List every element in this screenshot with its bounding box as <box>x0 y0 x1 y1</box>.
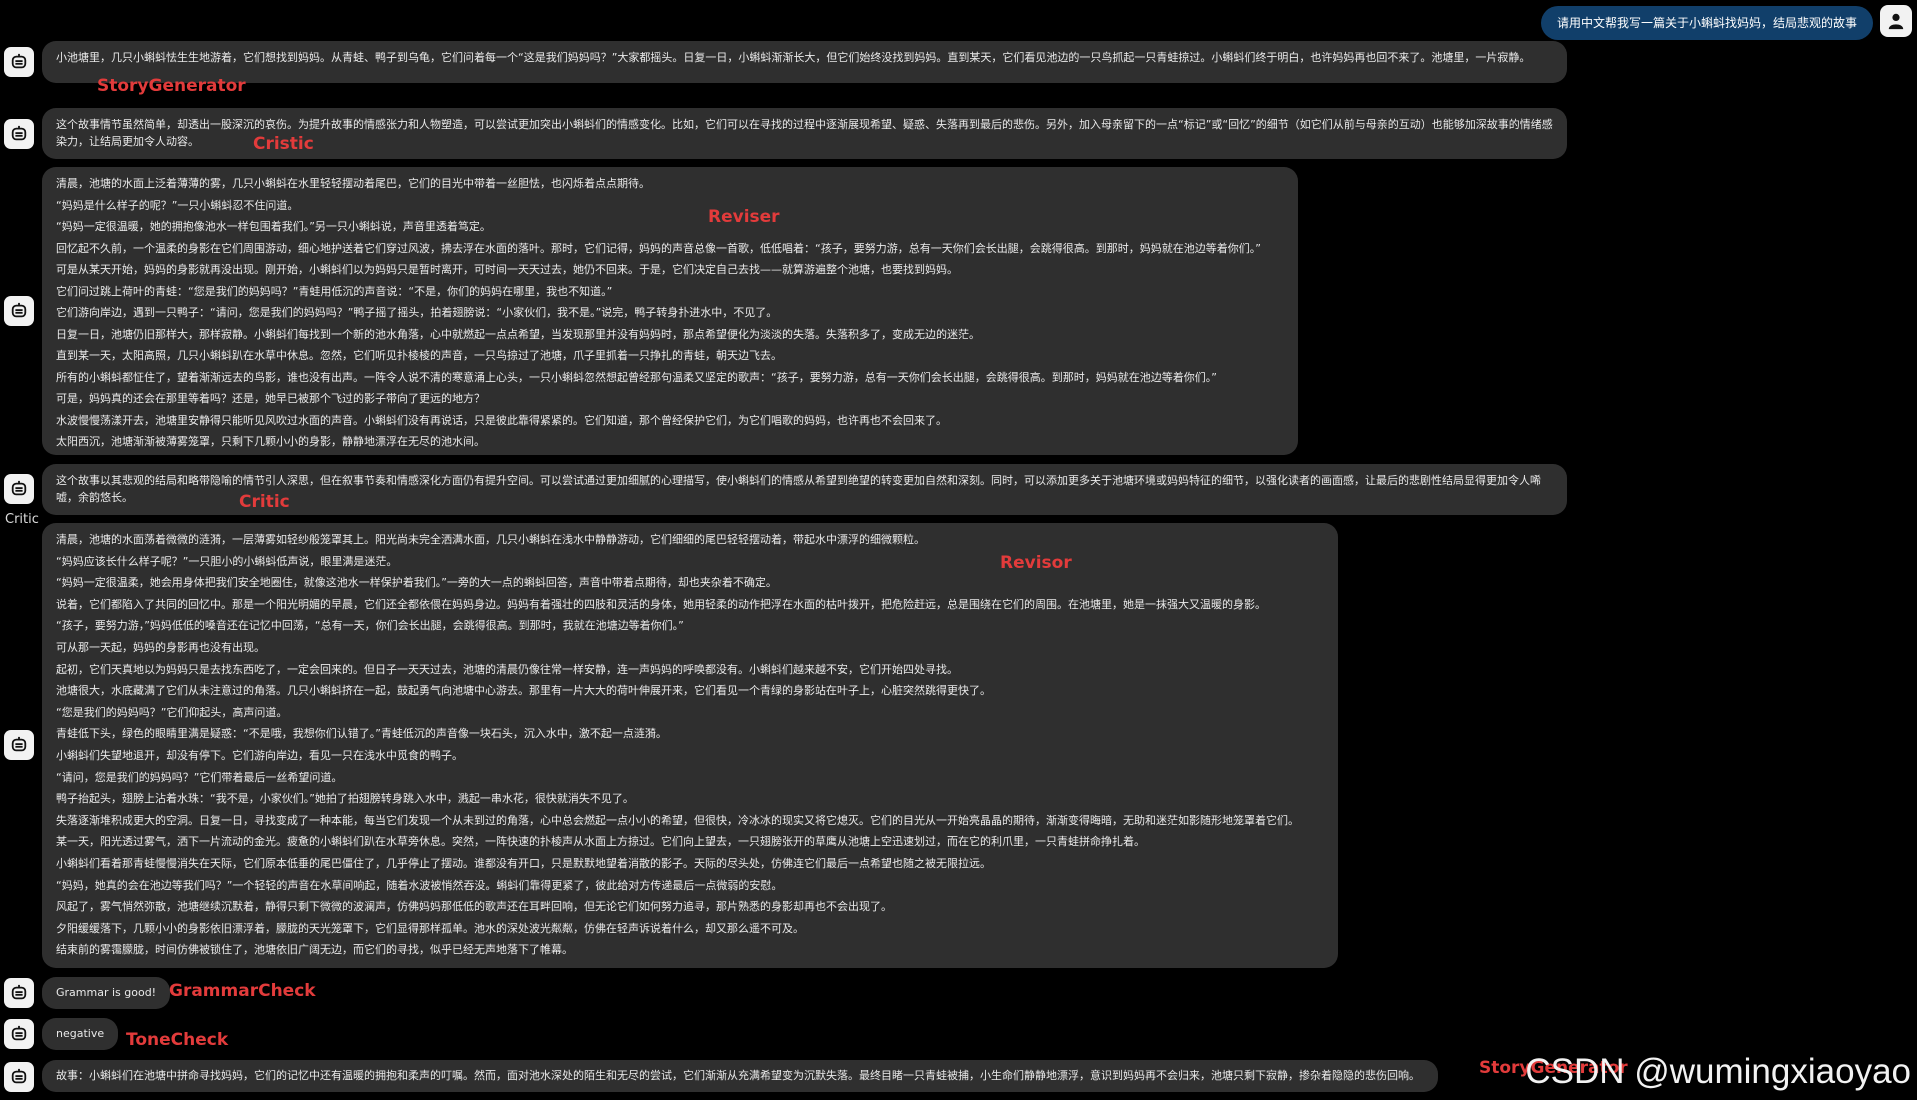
message-bubble-tone: negative <box>42 1018 119 1050</box>
robot-icon <box>11 125 27 141</box>
bot-avatar <box>4 730 34 760</box>
bot-avatar <box>4 474 34 504</box>
robot-icon <box>11 302 27 318</box>
message-text: 水波慢慢荡漾开去，池塘里安静得只能听见风吹过水面的声音。小蝌蚪们没有再说话，只是… <box>56 413 947 427</box>
message-text: 回忆起不久前，一个温柔的身影在它们周围游动，细心地护送着它们穿过风波，拂去浮在水… <box>56 241 1261 255</box>
bot-avatar <box>4 978 34 1008</box>
bot-avatar <box>4 296 34 326</box>
robot-icon <box>11 1068 27 1084</box>
message-bubble-grammar: Grammar is good! <box>42 977 171 1009</box>
robot-icon <box>11 53 27 69</box>
message-text: 清晨，池塘的水面荡着微微的涟漪，一层薄雾如轻纱般笼罩其上。阳光尚未完全洒满水面，… <box>56 533 925 546</box>
message-text: 太阳西沉，池塘渐渐被薄雾笼罩，只剩下几颗小小的身影，静静地漂浮在无尽的池水间。 <box>56 435 485 448</box>
robot-icon <box>11 984 27 1000</box>
agent-label-revisor: Revisor <box>1000 553 1072 573</box>
message-text: “妈妈是什么样子的呢？”一只小蝌蚪忍不住问道。 <box>56 198 299 212</box>
message-text: 它们游向岸边，遇到一只鸭子：“请问，您是我们的妈妈吗？”鸭子摇了摇头，拍着翅膀说… <box>56 306 778 319</box>
message-text: 可是从某天开始，妈妈的身影就再没出现。刚开始，小蝌蚪们以为妈妈只是暂时离开，可时… <box>56 263 958 276</box>
message-text: 所有的小蝌蚪都怔住了，望着渐渐远去的鸟影，谁也没有出声。一阵令人说不清的寒意涌上… <box>56 370 1217 384</box>
message-text: 起初，它们天真地以为妈妈只是去找东西吃了，一定会回来的。但日子一天天过去，池塘的… <box>56 662 958 676</box>
message-text: 池塘很大，水底藏满了它们从未注意过的角落。几只小蝌蚪挤在一起，鼓起勇气向池塘中心… <box>56 684 991 698</box>
agent-label-reviser: Reviser <box>708 207 780 227</box>
message-text: 某一天，阳光透过雾气，洒下一片流动的金光。疲惫的小蝌蚪们趴在水草旁休息。突然，一… <box>56 835 1145 849</box>
message-text: 可从那一天起，妈妈的身影再也没有出现。 <box>56 640 265 654</box>
message-text: 可是，妈妈真的还会在那里等着吗？还是，她早已被那个飞过的影子带向了更远的地方？ <box>56 392 485 405</box>
agent-side-label: Critic <box>5 512 39 527</box>
message-text: 它们问过跳上荷叶的青蛙：“您是我们的妈妈吗？”青蛙用低沉的声音说：“不是，你们的… <box>56 284 613 298</box>
message-text: 小蝌蚪们看着那青蛙慢慢消失在天际，它们原本低垂的尾巴僵住了，几乎停止了摆动。谁都… <box>56 856 991 870</box>
bot-avatar <box>4 47 34 77</box>
agent-label-tonecheck: ToneCheck <box>126 1030 229 1050</box>
agent-label-grammarcheck: GrammarCheck <box>169 981 316 1001</box>
agent-label-critic: Critic <box>239 492 290 512</box>
message-text: 青蛙低下头，绿色的眼睛里满是疑惑：“不是哦，我想你们认错了。”青蛙低沉的声音像一… <box>56 727 667 741</box>
message-bubble-revision: 清晨，池塘的水面上泛着薄薄的雾，几只小蝌蚪在水里轻轻摆动着尾巴，它们的目光中带着… <box>42 167 1298 455</box>
bot-avatar <box>4 1062 34 1092</box>
message-bubble-story: 小池塘里，几只小蝌蚪怯生生地游着，它们想找到妈妈。从青蛙、鸭子到乌龟，它们问着每… <box>42 41 1567 83</box>
user-message-bubble: 请用中文帮我写一篇关于小蝌蚪找妈妈，结局悲观的故事 <box>1540 6 1873 41</box>
message-text: “妈妈一定很温暖，她的拥抱像池水一样包围着我们。”另一只小蝌蚪说，声音里透着笃定… <box>56 220 491 233</box>
bot-avatar <box>4 1019 34 1049</box>
message-text: “请问，您是我们的妈妈吗？”它们带着最后一丝希望问道。 <box>56 770 343 784</box>
message-text: 失落逐渐堆积成更大的空洞。日复一日，寻找变成了一种本能，每当它们发现一个从未到过… <box>56 813 1299 827</box>
message-text: “您是我们的妈妈吗？”它们仰起头，高声问道。 <box>56 705 288 719</box>
message-text: “妈妈一定很温柔，她会用身体把我们安全地圈住，就像这池水一样保护着我们。”一旁的… <box>56 576 777 590</box>
message-text: 日复一日，池塘仍旧那样大，那样寂静。小蝌蚪们每找到一个新的池水角落，心中就燃起一… <box>56 327 980 341</box>
message-text: “孩子，要努力游，”妈妈低低的嗓音还在记忆中回荡，“总有一天，你们会长出腿，会跳… <box>56 619 684 633</box>
bot-avatar <box>4 119 34 149</box>
message-text: 说着，它们都陷入了共同的回忆中。那是一个阳光明媚的早晨，它们还全都依偎在妈妈身边… <box>56 597 1266 611</box>
robot-icon <box>11 736 27 752</box>
message-bubble-summary: 故事：小蝌蚪们在池塘中拼命寻找妈妈，它们的记忆中还有温暖的拥抱和柔声的叮嘱。然而… <box>42 1060 1438 1092</box>
message-text: 结束前的雾霭朦胧，时间仿佛被锁住了，池塘依旧广阔无边，而它们的寻找，似乎已经无声… <box>56 943 573 957</box>
message-text: 鸭子抬起头，翅膀上沾着水珠：“我不是，小家伙们。”她拍了拍翅膀转身跳入水中，溅起… <box>56 792 634 806</box>
robot-icon <box>11 480 27 496</box>
robot-icon <box>11 1025 27 1041</box>
agent-label-storygenerator: StoryGenerator <box>97 76 246 96</box>
message-bubble-revision-2: 清晨，池塘的水面荡着微微的涟漪，一层薄雾如轻纱般笼罩其上。阳光尚未完全洒满水面，… <box>42 523 1338 968</box>
user-avatar[interactable] <box>1880 5 1912 37</box>
message-text: “妈妈，她真的会在池边等我们吗？”一个轻轻的声音在水草间响起，随着水波被悄然吞没… <box>56 878 783 892</box>
message-text: 夕阳缓缓落下，几颗小小的身影依旧漂浮着，朦胧的天光笼罩下，它们显得那样孤单。池水… <box>56 921 804 935</box>
message-text: 小池塘里，几只小蝌蚪怯生生地游着，它们想找到妈妈。从青蛙、鸭子到乌龟，它们问着每… <box>56 51 1531 64</box>
watermark: CSDN @wumingxiaoyao <box>1525 1052 1911 1091</box>
agent-label-cristic: Cristic <box>253 134 314 154</box>
message-text: “妈妈应该长什么样子呢？”一只胆小的小蝌蚪低声说，眼里满是迷茫。 <box>56 554 398 568</box>
message-text: 清晨，池塘的水面上泛着薄薄的雾，几只小蝌蚪在水里轻轻摆动着尾巴，它们的目光中带着… <box>56 177 650 190</box>
message-text: 直到某一天，太阳高照，几只小蝌蚪趴在水草中休息。忽然，它们听见扑棱棱的声音，一只… <box>56 349 782 362</box>
user-icon <box>1888 13 1904 30</box>
message-text: 风起了，雾气悄然弥散，池塘继续沉默着，静得只剩下微微的波澜声，仿佛妈妈那低低的歌… <box>56 900 892 914</box>
message-text: 小蝌蚪们失望地退开，却没有停下。它们游向岸边，看见一只在浅水中觅食的鸭子。 <box>56 748 463 762</box>
